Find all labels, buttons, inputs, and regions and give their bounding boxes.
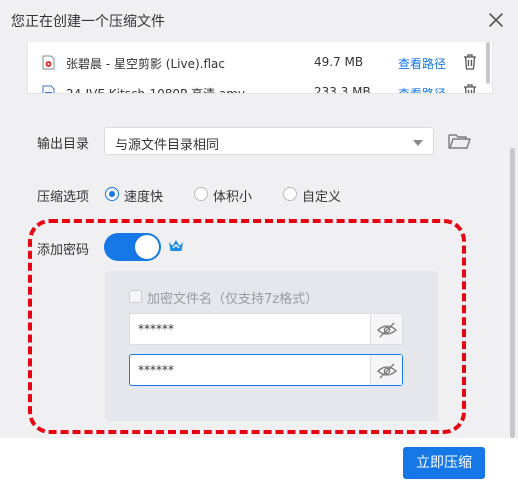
radio-label: 体积小 <box>213 190 253 205</box>
compress-options-label: 压缩选项 <box>37 190 90 205</box>
radio-label: 自定义 <box>302 190 342 205</box>
dialog-title: 您正在创建一个压缩文件 <box>11 14 165 30</box>
title-bar: 您正在创建一个压缩文件 <box>0 0 518 42</box>
dialog-scrollbar[interactable] <box>510 148 515 438</box>
video-file-icon <box>42 85 55 93</box>
highlight-box <box>28 219 466 434</box>
compress-now-button[interactable]: 立即压缩 <box>403 447 485 479</box>
compress-dialog: 您正在创建一个压缩文件 张碧晨 - 星空剪影 (Live).flac 49.7 … <box>0 0 518 487</box>
file-row: 24-IVE Kitsch-1080P 高清.amv 233.3 MB 查看路径 <box>28 78 488 94</box>
file-list: 张碧晨 - 星空剪影 (Live).flac 49.7 MB 查看路径 24-I… <box>27 42 493 94</box>
file-row: 张碧晨 - 星空剪影 (Live).flac 49.7 MB 查看路径 <box>28 48 488 76</box>
output-dir-value: 与源文件目录相同 <box>115 138 220 153</box>
radio-dot <box>105 187 119 201</box>
file-name: 24-IVE Kitsch-1080P 高清.amv <box>66 87 245 94</box>
file-size: 233.3 MB <box>314 85 371 94</box>
radio-label: 速度快 <box>124 190 164 205</box>
output-dir-label: 输出目录 <box>37 137 90 152</box>
view-path-link[interactable]: 查看路径 <box>398 55 446 72</box>
file-name: 张碧晨 - 星空剪影 (Live).flac <box>66 57 225 71</box>
radio-dot <box>194 187 208 201</box>
close-icon[interactable] <box>486 10 506 30</box>
audio-file-icon <box>42 55 55 70</box>
folder-icon[interactable] <box>447 130 471 152</box>
chevron-down-icon <box>413 140 423 146</box>
file-list-scrollbar[interactable] <box>486 42 490 84</box>
view-path-link[interactable]: 查看路径 <box>398 85 446 93</box>
radio-dot <box>283 187 297 201</box>
trash-icon[interactable] <box>462 83 478 93</box>
trash-icon[interactable] <box>462 53 478 71</box>
output-dir-select[interactable]: 与源文件目录相同 <box>104 127 434 155</box>
file-size: 49.7 MB <box>314 55 364 69</box>
